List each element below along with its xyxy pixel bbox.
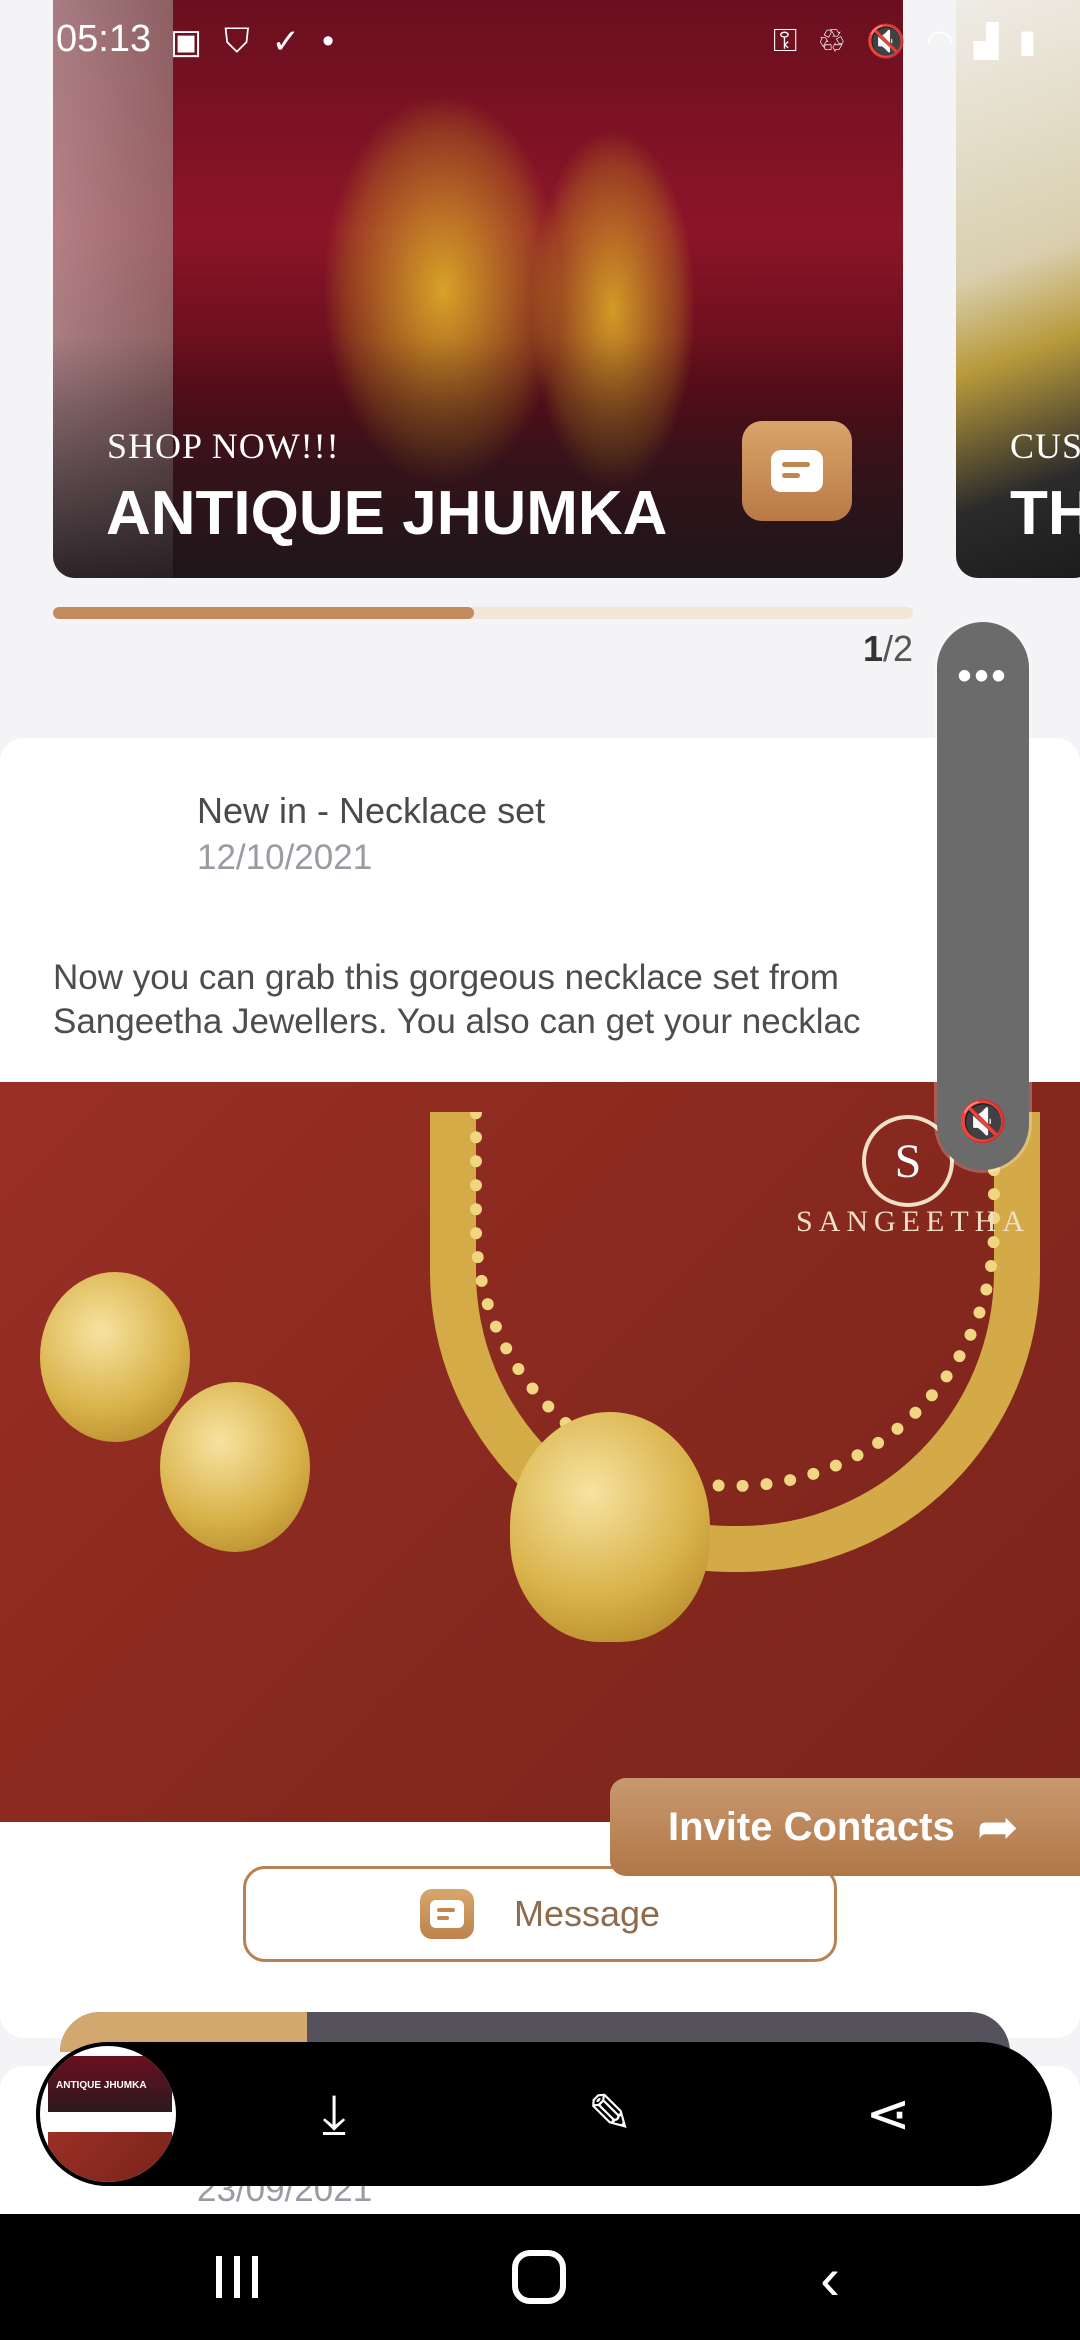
mute-icon: 🔇 xyxy=(866,23,906,59)
crop-edit-icon[interactable]: ✎ xyxy=(576,2080,644,2148)
scroll-capture-icon[interactable]: ⤓ xyxy=(300,2080,368,2148)
card-title: TH xyxy=(1010,479,1080,548)
brand-logo-text: SANGEETHA xyxy=(796,1205,1030,1238)
mute-toggle-icon[interactable]: 🔇 xyxy=(937,1098,1029,1145)
post-title: New in - Necklace set xyxy=(197,790,546,831)
card-title: ANTIQUE JHUMKA xyxy=(106,479,668,548)
floating-side-panel[interactable]: ••• 🔇 xyxy=(937,622,1029,1170)
back-button[interactable]: ‹ xyxy=(820,2244,840,2313)
key-icon: ⚿ xyxy=(772,22,798,58)
carousel-card-next[interactable]: CUS TH xyxy=(956,0,1080,578)
status-bar: 05:13 ▣ ⛉ ✓ • ⚿ ♲ 🔇 ◠ ▟ ▮ xyxy=(0,0,1080,84)
gallery-icon: ▣ xyxy=(170,23,203,61)
dot-icon: • xyxy=(322,22,335,60)
post-body-line: Now you can grab this gorgeous necklace … xyxy=(53,958,839,997)
pager-total: /2 xyxy=(882,628,913,669)
carousel-card-antique-jhumka[interactable]: SHOP NOW!!! ANTIQUE JHUMKA xyxy=(53,0,903,578)
carousel-progress-fill xyxy=(53,607,475,619)
post-body-line: Sangeetha Jewellers. You also can get yo… xyxy=(53,1002,861,1041)
screenshot-thumbnail[interactable]: ANTIQUE JHUMKA xyxy=(36,2042,180,2186)
status-time: 05:13 xyxy=(56,18,152,60)
screenshot-toolbar: ANTIQUE JHUMKA ⤓ ✎ ⋖ xyxy=(36,2042,1052,2186)
signal-icon: ▟ xyxy=(973,23,999,59)
carousel-pager: 1/2 xyxy=(863,628,913,670)
earring-right-shape xyxy=(160,1382,310,1552)
status-left-icons: ▣ ⛉ ✓ • xyxy=(170,22,334,62)
carousel-progress xyxy=(53,607,913,619)
promo-carousel[interactable]: SHOP NOW!!! ANTIQUE JHUMKA CUS TH 1/2 xyxy=(0,0,1080,700)
pendant-shape xyxy=(510,1412,710,1642)
card-subtitle: CUS xyxy=(1010,426,1080,466)
more-options-icon[interactable]: ••• xyxy=(937,654,1029,699)
share-arrow-icon: ➦ xyxy=(976,1799,1019,1855)
status-right-icons: ⚿ ♲ 🔇 ◠ ▟ ▮ xyxy=(773,22,1036,60)
check-icon: ✓ xyxy=(271,23,301,61)
post-date: 12/10/2021 xyxy=(197,838,373,877)
shield-icon: ⛉ xyxy=(224,22,250,60)
card-message-button[interactable] xyxy=(742,421,852,521)
message-button-label: Message xyxy=(513,1893,661,1934)
post-body: Now you can grab this gorgeous necklace … xyxy=(53,956,1053,1044)
home-button[interactable] xyxy=(512,2250,566,2304)
battery-saver-icon: ♲ xyxy=(817,23,847,59)
chat-icon xyxy=(771,450,823,492)
invite-contacts-label: Invite Contacts xyxy=(668,1804,955,1849)
invite-contacts-button[interactable]: Invite Contacts ➦ xyxy=(610,1778,1080,1876)
pager-current: 1 xyxy=(862,628,883,669)
thumbnail-title: ANTIQUE JHUMKA xyxy=(56,2080,147,2091)
battery-icon: ▮ xyxy=(1018,23,1036,59)
system-nav-bar: ‹ xyxy=(0,2214,1080,2340)
share-icon[interactable]: ⋖ xyxy=(854,2080,922,2148)
message-icon xyxy=(419,1889,474,1939)
earring-left-shape xyxy=(40,1272,190,1442)
message-button[interactable]: Message xyxy=(243,1866,837,1962)
recent-apps-button[interactable] xyxy=(216,2256,258,2298)
wifi-icon: ◠ xyxy=(925,23,954,59)
card-subtitle: SHOP NOW!!! xyxy=(107,426,340,466)
